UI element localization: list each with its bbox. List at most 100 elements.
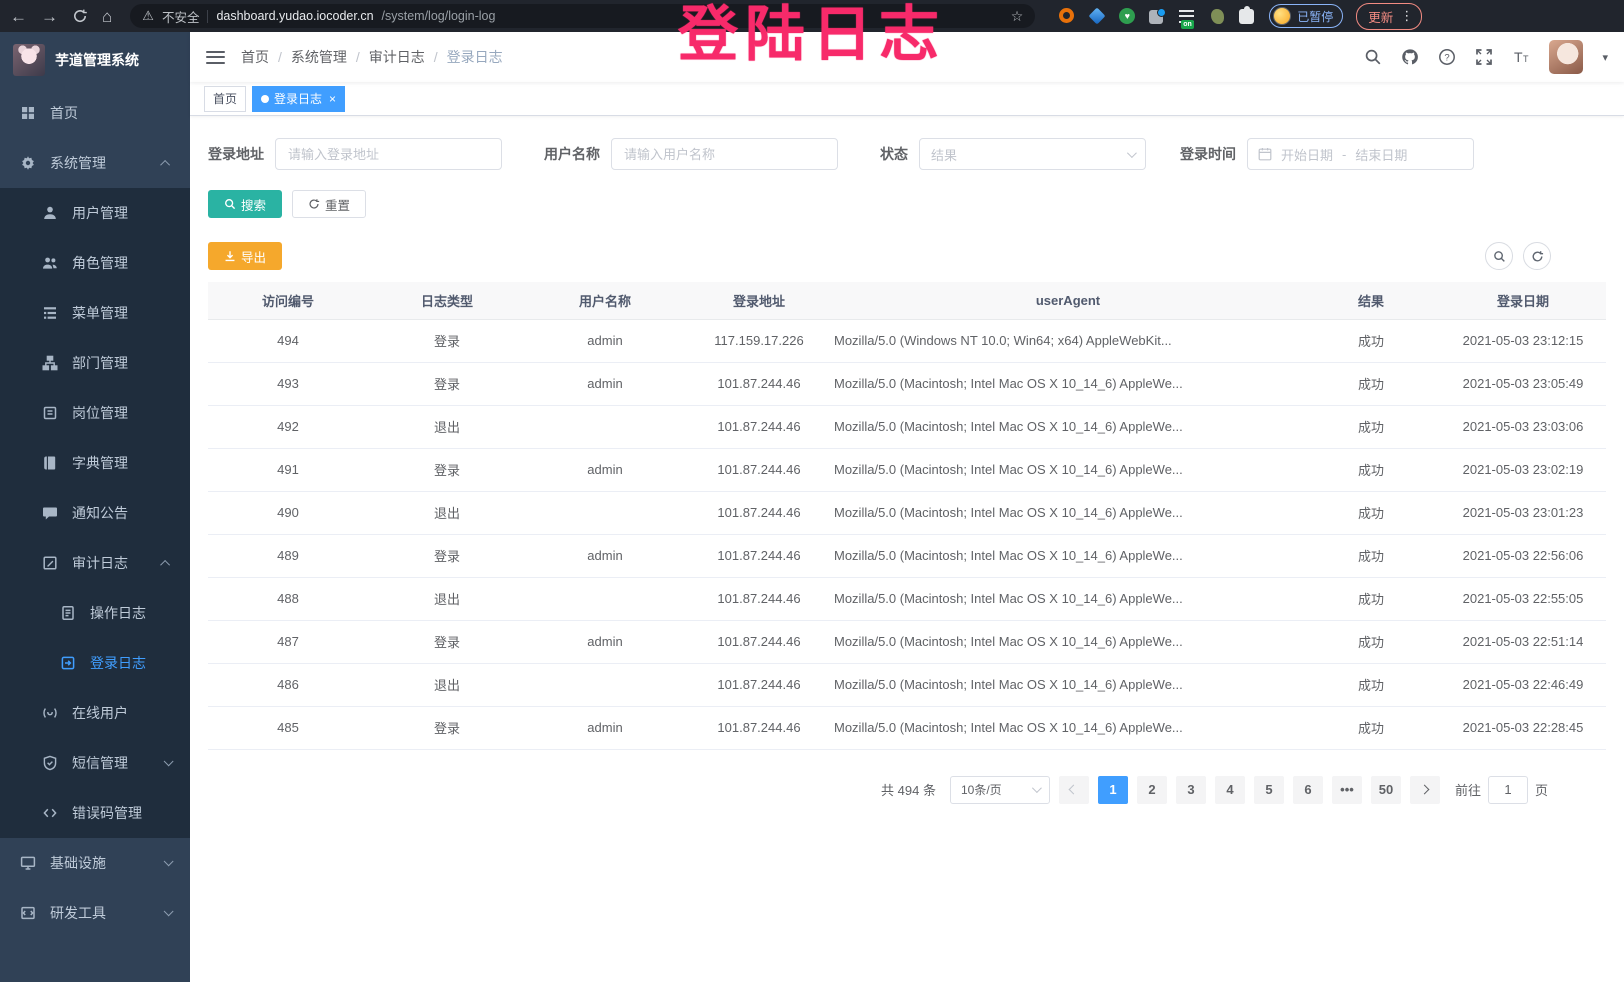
cell-id: 488 <box>208 577 368 620</box>
breadcrumb-item[interactable]: 首页/ <box>241 47 291 67</box>
tag[interactable]: 首页 <box>204 86 246 112</box>
tag-close-icon[interactable]: × <box>329 92 336 106</box>
extension-plant-icon[interactable] <box>1209 8 1226 25</box>
profile-avatar <box>1273 7 1291 25</box>
profile-paused-label: 已暂停 <box>1297 8 1333 25</box>
sidebar-toggle-icon[interactable] <box>206 47 225 67</box>
breadcrumb-item[interactable]: 登录日志 <box>447 47 521 67</box>
sidebar-item-label: 审计日志 <box>72 553 128 573</box>
cell-date: 2021-05-03 22:51:14 <box>1440 620 1606 663</box>
roles-icon <box>42 255 58 271</box>
sidebar-item-infrastructure[interactable]: 基础设施 <box>0 838 190 888</box>
sidebar-item-online-users[interactable]: 在线用户 <box>0 688 190 738</box>
monitor-icon <box>20 855 36 871</box>
github-icon[interactable] <box>1401 48 1419 66</box>
sidebar-item-system-mgmt[interactable]: 系统管理 <box>0 138 190 188</box>
page-number-button[interactable]: ••• <box>1332 776 1362 804</box>
svg-text:?: ? <box>1445 52 1450 63</box>
login-log-table: 访问编号 日志类型 用户名称 登录地址 userAgent 结果 登录日期 49… <box>208 282 1606 750</box>
browser-reload-icon[interactable] <box>72 8 88 24</box>
breadcrumb-item[interactable]: 系统管理/ <box>291 47 369 67</box>
sidebar-item-error-code-mgmt[interactable]: 错误码管理 <box>0 788 190 838</box>
sidebar-item-login-log[interactable]: 登录日志 <box>0 638 190 688</box>
page-number-button[interactable]: 3 <box>1176 776 1206 804</box>
breadcrumb-item[interactable]: 审计日志/ <box>369 47 447 67</box>
sidebar-item-sms-mgmt[interactable]: 短信管理 <box>0 738 190 788</box>
prev-page-button[interactable] <box>1059 776 1089 804</box>
sidebar-item-dict-mgmt[interactable]: 字典管理 <box>0 438 190 488</box>
browser-home-icon[interactable]: ⌂ <box>102 8 112 25</box>
sidebar-item-user-mgmt[interactable]: 用户管理 <box>0 188 190 238</box>
extension-gem-icon[interactable] <box>1089 8 1106 25</box>
cell-user: admin <box>526 620 684 663</box>
extension-list-on-icon[interactable]: on <box>1179 8 1196 25</box>
cell-useragent: Mozilla/5.0 (Macintosh; Intel Mac OS X 1… <box>834 448 1302 491</box>
address-bar[interactable]: ⚠ 不安全 dashboard.yudao.iocoder.cn/system/… <box>130 4 1035 28</box>
extensions-puzzle-icon[interactable] <box>1239 8 1256 25</box>
username-label: 用户名称 <box>544 144 600 164</box>
page-number-button[interactable]: 50 <box>1371 776 1401 804</box>
extension-tabs-icon[interactable] <box>1149 8 1166 25</box>
export-button[interactable]: 导出 <box>208 242 282 270</box>
browser-menu-kebab-icon[interactable]: ⋮ <box>1400 8 1413 24</box>
page-number-button[interactable]: 1 <box>1098 776 1128 804</box>
reset-button[interactable]: 重置 <box>292 190 366 218</box>
page-number-button[interactable]: 2 <box>1137 776 1167 804</box>
cell-id: 485 <box>208 706 368 749</box>
sidebar-item-operate-log[interactable]: 操作日志 <box>0 588 190 638</box>
cell-id: 492 <box>208 405 368 448</box>
search-button[interactable]: 搜索 <box>208 190 282 218</box>
browser-update-button[interactable]: 更新 ⋮ <box>1356 3 1422 30</box>
shield-check-icon <box>42 755 58 771</box>
sidebar-item-dept-mgmt[interactable]: 部门管理 <box>0 338 190 388</box>
login-address-input[interactable] <box>275 138 502 170</box>
sidebar-logo[interactable]: 芋道管理系统 <box>0 32 190 88</box>
browser-profile-chip[interactable]: 已暂停 <box>1269 4 1343 28</box>
status-select[interactable]: 结果 <box>919 138 1146 170</box>
status-label: 状态 <box>880 144 908 164</box>
cell-result: 成功 <box>1302 706 1440 749</box>
refresh-table-button[interactable] <box>1523 242 1551 270</box>
browser-back-icon[interactable]: ← <box>10 8 27 25</box>
login-time-range-picker[interactable]: 开始日期 - 结束日期 <box>1247 138 1474 170</box>
sidebar-item-post-mgmt[interactable]: 岗位管理 <box>0 388 190 438</box>
user-avatar[interactable] <box>1549 40 1583 74</box>
security-label[interactable]: 不安全 <box>162 7 200 26</box>
sidebar-item-role-mgmt[interactable]: 角色管理 <box>0 238 190 288</box>
extension-orange-icon[interactable] <box>1059 8 1076 25</box>
sidebar-item-notice[interactable]: 通知公告 <box>0 488 190 538</box>
avatar-caret-icon[interactable]: ▾ <box>1602 51 1608 64</box>
cell-result: 成功 <box>1302 577 1440 620</box>
font-size-icon[interactable]: TT <box>1512 48 1530 66</box>
toggle-search-button[interactable] <box>1485 242 1513 270</box>
table-row: 491 登录 admin 101.87.244.46 Mozilla/5.0 (… <box>208 448 1606 491</box>
chevron-up-icon <box>160 159 170 169</box>
goto-page-input[interactable] <box>1488 776 1528 804</box>
sidebar-item-menu-mgmt[interactable]: 菜单管理 <box>0 288 190 338</box>
next-page-button[interactable] <box>1410 776 1440 804</box>
page-number-button[interactable]: 4 <box>1215 776 1245 804</box>
sidebar-item-dev-tools[interactable]: 研发工具 <box>0 888 190 938</box>
search-icon[interactable] <box>1364 48 1382 66</box>
help-icon[interactable]: ? <box>1438 48 1456 66</box>
column-header-id: 访问编号 <box>208 282 368 319</box>
page-number-button[interactable]: 5 <box>1254 776 1284 804</box>
page-size-select[interactable]: 10条/页 <box>950 776 1050 804</box>
page-number-button[interactable]: 6 <box>1293 776 1323 804</box>
cell-type: 退出 <box>368 405 526 448</box>
column-header-useragent: userAgent <box>834 282 1302 319</box>
extension-green-heart-icon[interactable]: ♥ <box>1119 8 1136 25</box>
browser-forward-icon[interactable]: → <box>41 8 58 25</box>
username-input[interactable] <box>611 138 838 170</box>
cell-date: 2021-05-03 23:02:19 <box>1440 448 1606 491</box>
fullscreen-icon[interactable] <box>1475 48 1493 66</box>
sidebar-item-home[interactable]: 首页 <box>0 88 190 138</box>
url-host: dashboard.yudao.iocoder.cn <box>216 9 373 23</box>
tag-label: 首页 <box>213 90 237 107</box>
sidebar-item-label: 登录日志 <box>90 653 146 673</box>
bookmark-star-icon[interactable]: ☆ <box>1011 8 1024 25</box>
sidebar-item-audit-log[interactable]: 审计日志 <box>0 538 190 588</box>
cell-type: 登录 <box>368 620 526 663</box>
code-icon <box>42 805 58 821</box>
tag[interactable]: 登录日志 × <box>252 86 345 112</box>
